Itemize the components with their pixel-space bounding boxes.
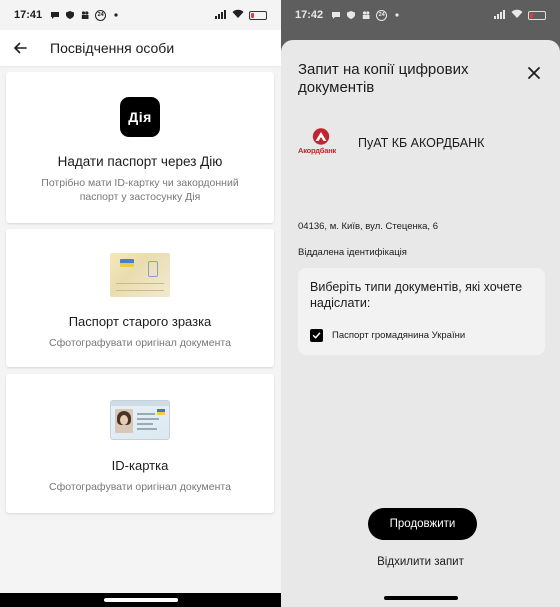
people-icon — [80, 10, 90, 20]
battery-icon — [249, 10, 267, 20]
bank-address: 04136, м. Київ, вул. Стеценка, 6 — [298, 221, 438, 232]
option-subtitle: Сфотографувати оригінал документа — [49, 481, 231, 493]
checkmark-icon — [312, 332, 321, 339]
chat-bubble-icon — [331, 10, 341, 20]
passport-option[interactable]: Паспорт громадянина України — [310, 329, 465, 342]
shield-icon — [346, 10, 356, 20]
wifi-icon — [232, 9, 244, 22]
shield-icon — [65, 10, 75, 20]
bank-info: Акордбанк ПуАТ КБ АКОРДБАНК — [298, 128, 484, 158]
option-diia[interactable]: Дія Надати паспорт через Дію Потрібно ма… — [6, 72, 274, 223]
bank-name: ПуАТ КБ АКОРДБАНК — [358, 136, 485, 150]
option-title: ID-картка — [111, 458, 169, 473]
document-request-sheet: Запит на копії цифрових документів Акорд… — [281, 40, 560, 607]
notification-badge: 24 — [95, 9, 107, 21]
bank-logo: Акордбанк — [298, 128, 344, 158]
right-screen: 17:42 24 Запит на копії цифрових докумен… — [281, 0, 560, 607]
close-icon[interactable] — [526, 65, 542, 81]
option-old-passport[interactable]: Паспорт старого зразка Сфотографувати ор… — [6, 229, 274, 367]
people-icon — [361, 10, 371, 20]
option-id-card[interactable]: ID-картка Сфотографувати оригінал докуме… — [6, 374, 274, 513]
remote-identification-label: Віддалена ідентифікація — [298, 247, 407, 258]
option-title: Надати паспорт через Дію — [57, 154, 223, 169]
battery-icon — [528, 10, 546, 20]
status-bar: 17:42 24 — [281, 0, 560, 30]
old-passport-image — [110, 253, 170, 297]
signal-icon — [494, 9, 506, 22]
dot-icon — [392, 10, 402, 20]
passport-option-label: Паспорт громадянина України — [332, 330, 466, 341]
dot-icon — [111, 10, 121, 20]
diia-logo: Дія — [120, 97, 160, 137]
status-time: 17:41 — [14, 9, 43, 21]
signal-icon — [215, 9, 227, 22]
chat-bubble-icon — [50, 10, 60, 20]
gesture-bar — [383, 596, 458, 600]
document-types-card: Виберіть типи документів, які хочете над… — [298, 268, 545, 355]
option-title: Паспорт старого зразка — [68, 314, 212, 329]
app-header: Посвідчення особи — [0, 30, 281, 66]
status-bar: 17:41 24 — [0, 0, 281, 30]
gesture-bar — [0, 593, 281, 607]
reject-request-button[interactable]: Відхилити запит — [281, 556, 560, 568]
back-arrow-icon[interactable] — [12, 40, 28, 56]
bank-logo-mark-icon — [312, 128, 330, 145]
sheet-title: Запит на копії цифрових документів — [298, 61, 469, 96]
passport-checkbox[interactable] — [310, 329, 323, 342]
document-types-question: Виберіть типи документів, які хочете над… — [310, 280, 523, 310]
status-time: 17:42 — [295, 9, 324, 21]
wifi-icon — [511, 9, 523, 22]
notification-badge: 24 — [376, 9, 388, 21]
diia-logo-text: Дія — [128, 109, 152, 125]
id-card-image — [110, 400, 170, 440]
continue-button[interactable]: Продовжити — [368, 508, 477, 540]
bank-logo-text: Акордбанк — [298, 146, 337, 155]
option-subtitle: Потрібно мати ID-картку чи закордонний п… — [41, 177, 239, 204]
page-title: Посвідчення особи — [50, 40, 175, 56]
option-subtitle: Сфотографувати оригінал документа — [49, 337, 231, 349]
left-screen: 17:41 24 Посвідчення особи Дія Надати па… — [0, 0, 281, 607]
